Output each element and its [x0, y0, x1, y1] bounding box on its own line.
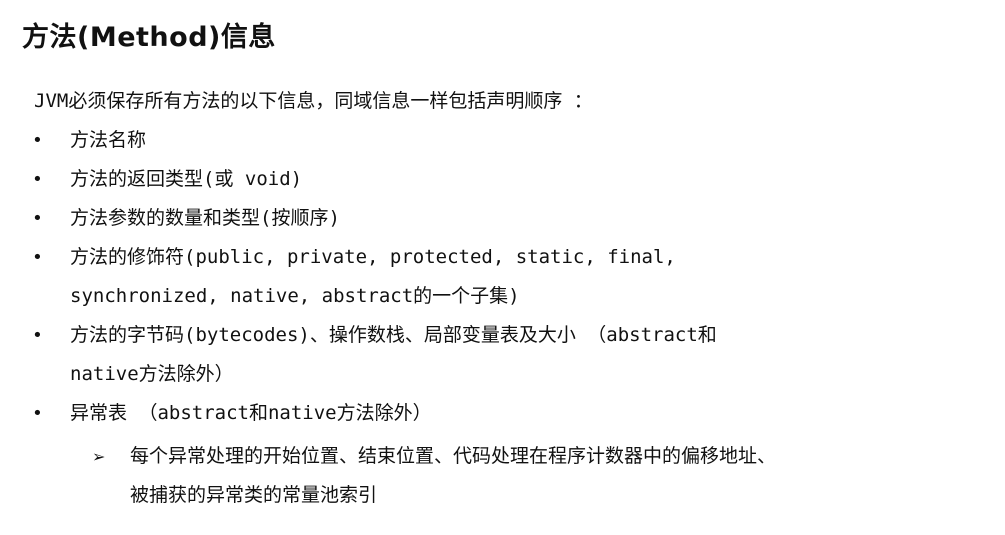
bullet-dot-icon: •	[32, 247, 43, 268]
bullet-dot-icon: •	[32, 130, 43, 151]
bullet-item-modifiers: • 方法的修饰符(public, private, protected, sta…	[28, 238, 1003, 316]
sub-bullet-text: 每个异常处理的开始位置、结束位置、代码处理在程序计数器中的偏移地址、 被捕获的异…	[92, 437, 1005, 515]
bullet-line: synchronized, native, abstract的一个子集)	[70, 285, 520, 307]
bullet-line: 方法名称	[70, 129, 147, 151]
bullet-dot-icon: •	[32, 208, 43, 229]
sub-bullet-line: 被捕获的异常类的常量池索引	[130, 484, 378, 506]
bullet-line: 方法参数的数量和类型(按顺序)	[70, 207, 340, 229]
bullet-list: • 方法名称 • 方法的返回类型(或 void) • 方法参数的数量和类型(按顺…	[28, 121, 1003, 433]
sub-bullet-line: 每个异常处理的开始位置、结束位置、代码处理在程序计数器中的偏移地址、	[130, 445, 777, 467]
bullet-item-method-name: • 方法名称	[28, 121, 1003, 160]
bullet-item-return-type: • 方法的返回类型(或 void)	[28, 160, 1003, 199]
sub-bullet-exception-handler: ➢ 每个异常处理的开始位置、结束位置、代码处理在程序计数器中的偏移地址、 被捕获…	[92, 437, 1005, 515]
bullet-item-bytecodes: • 方法的字节码(bytecodes)、操作数栈、局部变量表及大小 （abstr…	[28, 316, 1003, 394]
bullet-line: 方法的字节码(bytecodes)、操作数栈、局部变量表及大小 （abstrac…	[70, 324, 717, 346]
bullet-dot-icon: •	[32, 403, 43, 424]
bullet-line: native方法除外）	[70, 363, 234, 385]
intro-text: JVM必须保存所有方法的以下信息，同域信息一样包括声明顺序 ：	[34, 90, 593, 112]
bullet-line: 方法的修饰符(public, private, protected, stati…	[70, 246, 676, 268]
bullet-line: 方法的返回类型(或 void)	[70, 168, 303, 190]
bullet-line: 异常表 （abstract和native方法除外）	[70, 402, 432, 424]
slide-page: 方法(Method)信息 JVM必须保存所有方法的以下信息，同域信息一样包括声明…	[0, 0, 1005, 535]
bullet-item-parameters: • 方法参数的数量和类型(按顺序)	[28, 199, 1003, 238]
slide-title: 方法(Method)信息	[22, 22, 276, 53]
bullet-item-exception-table: • 异常表 （abstract和native方法除外）	[28, 394, 1003, 433]
arrow-bullet-icon: ➢	[92, 447, 106, 466]
bullet-dot-icon: •	[32, 325, 43, 346]
bullet-dot-icon: •	[32, 169, 43, 190]
